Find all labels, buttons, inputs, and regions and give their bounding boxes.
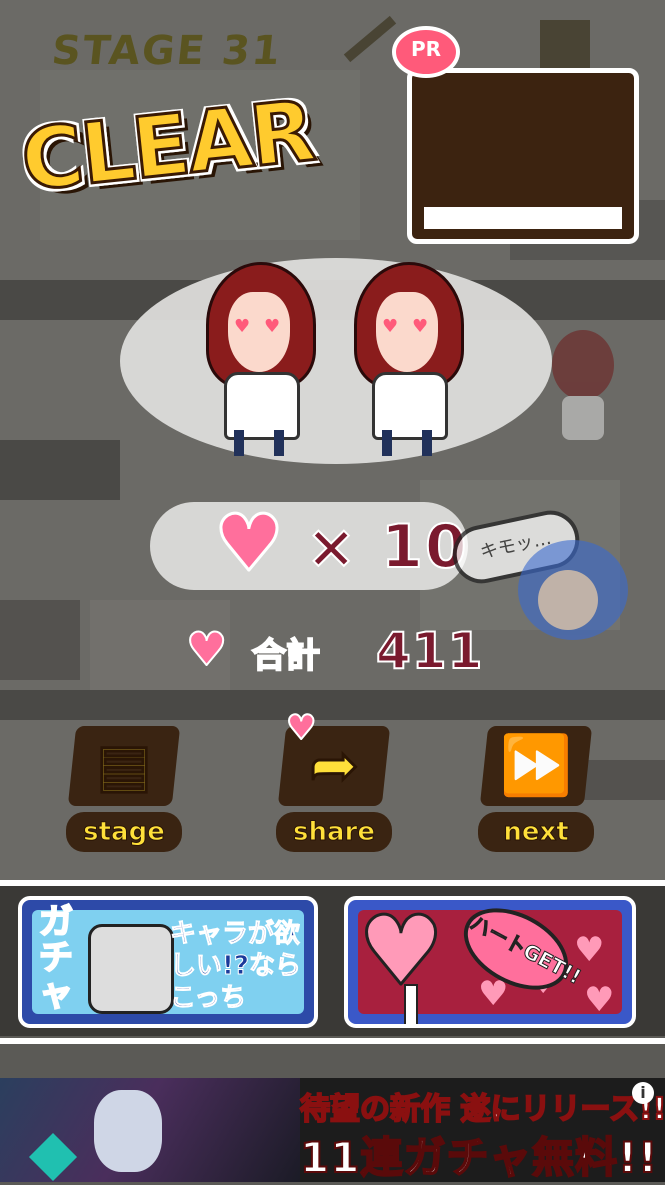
gacha-banner[interactable]: ガチャ キャラが欲しい!?ならこっち xyxy=(18,896,318,1028)
heart-multiplier: × 10 xyxy=(305,511,469,583)
background-girl xyxy=(548,330,618,456)
ad-subheadline: 11連ガチャ無料!! xyxy=(299,1132,659,1183)
heart-lollipop-icon: ♥ xyxy=(356,896,445,1008)
lollipop-stick xyxy=(404,984,418,1024)
character-stage-oval xyxy=(120,258,552,464)
stage-panel-icon: ▤ xyxy=(95,730,153,801)
fast-forward-icon: ⏩ xyxy=(498,730,573,801)
stage-button[interactable]: ▤ stage xyxy=(54,716,194,856)
heart-eye-icon: ♥ xyxy=(412,316,429,337)
divider xyxy=(0,1038,665,1044)
stage-title: STAGE 31 xyxy=(49,28,285,74)
stage-button-label: stage xyxy=(66,812,182,852)
ad-info-icon[interactable]: i xyxy=(632,1082,654,1104)
girl-face xyxy=(538,570,598,630)
total-label: 合計 xyxy=(251,635,321,677)
background-blue-girl xyxy=(508,540,638,660)
share-button[interactable]: ➦ ♥ share xyxy=(264,707,404,856)
heart-eye-icon: ♥ xyxy=(264,316,281,337)
girl-character: ♥ ♥ xyxy=(346,262,466,462)
heart-icon: ♥ xyxy=(185,621,228,677)
share-arrow-icon: ➦ xyxy=(308,730,360,801)
gacha-copy: キャラが欲しい!?ならこっち xyxy=(170,919,302,1014)
robot-character xyxy=(88,924,174,1014)
ad-gem xyxy=(28,1132,78,1182)
top-ad-bar xyxy=(424,207,622,229)
heart-eye-icon: ♥ xyxy=(234,316,251,337)
girl-legs xyxy=(234,430,284,456)
share-button-label: share xyxy=(276,812,392,852)
bg-block xyxy=(0,440,120,500)
bg-arrow xyxy=(343,15,397,63)
bg-block xyxy=(0,600,80,680)
girl-legs xyxy=(382,430,432,456)
pr-badge: PR xyxy=(392,26,460,78)
heart-get-banner[interactable]: ♥ ♥ ♥ ♥ ♥ ハートGET!! xyxy=(344,896,636,1028)
ad-headline: 待望の新作 遂にリリース!! xyxy=(299,1091,665,1128)
ad-character xyxy=(94,1090,162,1172)
girl-hair xyxy=(552,330,614,400)
heart-icon: ♥ xyxy=(584,980,615,1020)
total-value: 411 xyxy=(375,621,484,681)
gacha-vertical-text: ガチャ xyxy=(38,902,74,1014)
heart-icon: ♥ xyxy=(285,707,318,749)
next-button[interactable]: ⏩ next xyxy=(466,716,606,856)
heart-eye-icon: ♥ xyxy=(382,316,399,337)
next-button-label: next xyxy=(478,812,594,852)
top-ad-box[interactable] xyxy=(407,68,639,244)
girl-character: ♥ ♥ xyxy=(198,262,318,462)
heart-icon: ♥ xyxy=(213,499,286,590)
girl-dress xyxy=(562,396,604,440)
ad-artwork xyxy=(0,1078,300,1182)
